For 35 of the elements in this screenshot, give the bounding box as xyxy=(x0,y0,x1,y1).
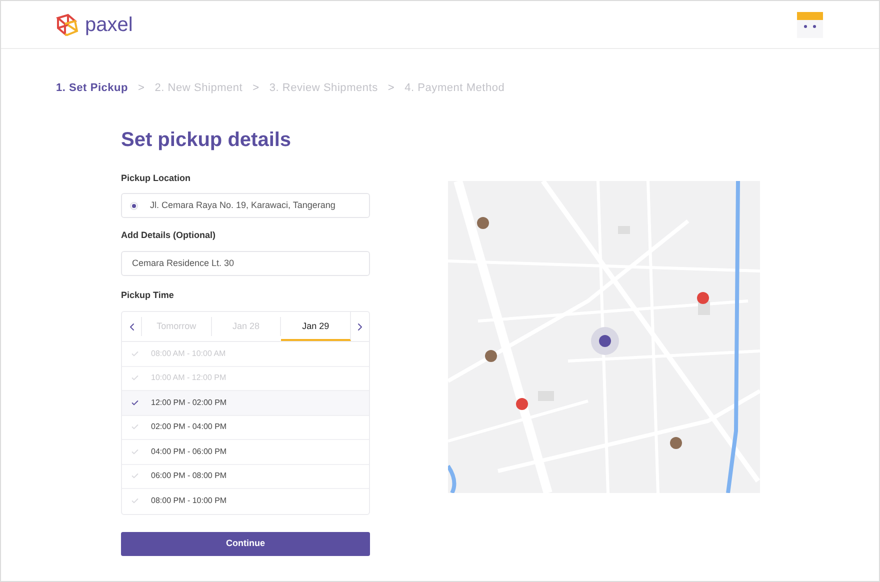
avatar-icon[interactable] xyxy=(797,12,823,38)
time-slot-label: 08:00 PM - 10:00 PM xyxy=(151,495,227,508)
time-slot-row[interactable]: 04:00 PM - 06:00 PM xyxy=(122,440,369,464)
continue-button[interactable]: Continue xyxy=(121,532,370,556)
check-icon xyxy=(131,423,139,432)
check-icon xyxy=(131,472,139,480)
field-label: Add Details (Optional) xyxy=(121,229,216,242)
check-icon xyxy=(131,448,139,456)
step-separator: > xyxy=(252,81,260,96)
time-slot-row[interactable]: 02:00 PM - 04:00 PM xyxy=(122,416,369,440)
time-slot-row[interactable]: 06:00 PM - 08:00 PM xyxy=(122,464,369,489)
check-icon xyxy=(131,398,139,407)
check-icon xyxy=(131,350,139,358)
check-icon xyxy=(131,497,139,506)
pickup-location-field[interactable]: Jl. Cemara Raya No. 19, Karawaci, Tangerang xyxy=(121,193,370,218)
logo-icon xyxy=(55,12,79,36)
time-slot-row[interactable]: 12:00 PM - 02:00 PM xyxy=(122,391,369,416)
step-separator: > xyxy=(138,81,145,96)
time-slot-label: 04:00 PM - 06:00 PM xyxy=(151,446,227,458)
day-tab[interactable]: Jan 29 xyxy=(281,312,352,341)
location-value: Jl. Cemara Raya No. 19, Karawaci, Tangerang xyxy=(150,198,336,212)
time-slot-label: 12:00 PM - 02:00 PM xyxy=(151,396,227,409)
map-drawing[interactable] xyxy=(448,180,760,492)
field-label: Pickup Time xyxy=(121,288,175,302)
step-tab[interactable]: 1. Set Pickup xyxy=(56,80,128,96)
time-slot-label: 06:00 PM - 08:00 PM xyxy=(151,470,227,482)
details-input-field[interactable]: Cemara Residence Lt. 30 xyxy=(121,250,370,276)
page-title: Set pickup details xyxy=(121,130,292,150)
radio-icon[interactable] xyxy=(130,202,138,210)
time-slot-row[interactable]: 08:00 PM - 10:00 PM xyxy=(122,489,369,514)
check-icon xyxy=(131,374,139,382)
brand-name: paxel xyxy=(85,14,133,34)
time-slot-label: 02:00 PM - 04:00 PM xyxy=(151,421,227,434)
step-separator: > xyxy=(388,81,395,96)
field-label: Pickup Location xyxy=(121,172,192,185)
